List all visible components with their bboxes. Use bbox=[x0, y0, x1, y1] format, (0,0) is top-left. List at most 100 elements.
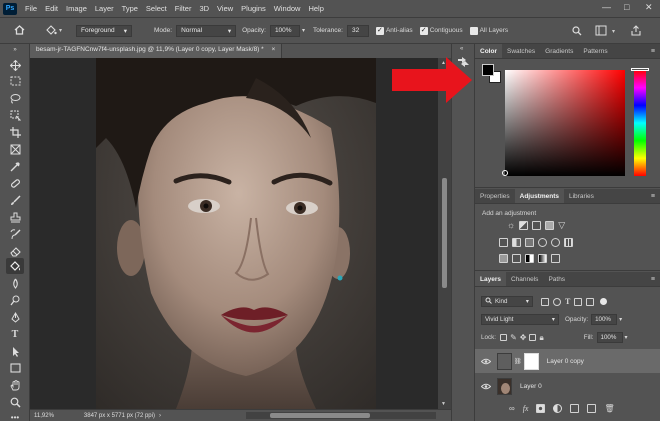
tab-color[interactable]: Color bbox=[475, 44, 502, 58]
tab-swatches[interactable]: Swatches bbox=[502, 44, 540, 58]
type-tool-icon[interactable]: T bbox=[8, 327, 22, 341]
new-layer-icon[interactable] bbox=[587, 404, 597, 413]
scroll-down-icon[interactable]: ▼ bbox=[441, 401, 446, 407]
menu-layer[interactable]: Layer bbox=[91, 4, 118, 13]
tolerance-input[interactable]: 32 bbox=[346, 24, 369, 37]
layer-name[interactable]: Layer 0 copy bbox=[547, 358, 584, 365]
chevron-right-icon[interactable]: › bbox=[159, 413, 161, 419]
tab-properties[interactable]: Properties bbox=[475, 189, 515, 203]
eye-icon[interactable] bbox=[475, 383, 497, 390]
layer-opacity-input[interactable]: 100% bbox=[591, 314, 618, 325]
menu-edit[interactable]: Edit bbox=[41, 4, 62, 13]
brush-tool-icon[interactable] bbox=[8, 193, 22, 207]
layer-thumbnail[interactable] bbox=[497, 352, 512, 370]
panel-menu-icon[interactable]: ≡ bbox=[651, 272, 660, 286]
lock-artboard-icon[interactable] bbox=[529, 334, 537, 341]
menu-type[interactable]: Type bbox=[118, 4, 142, 13]
link-layers-icon[interactable]: ∞ bbox=[509, 404, 515, 413]
workspace-icon[interactable] bbox=[595, 25, 607, 38]
layer-filter-select[interactable]: Kind ▾ bbox=[481, 296, 533, 307]
hue-slider-handle[interactable] bbox=[631, 68, 649, 71]
tab-paths[interactable]: Paths bbox=[543, 272, 570, 286]
dodge-tool-icon[interactable] bbox=[8, 293, 22, 307]
threshold-icon[interactable] bbox=[525, 254, 534, 263]
mode-select[interactable]: Normal ▾ bbox=[176, 24, 237, 37]
add-mask-icon[interactable] bbox=[536, 404, 546, 413]
close-window-button[interactable]: ✕ bbox=[645, 2, 653, 13]
chevron-down-icon[interactable]: ▾ bbox=[302, 27, 305, 34]
document-dimensions[interactable]: 3847 px x 5771 px (72 ppi) bbox=[84, 413, 155, 419]
maximize-button[interactable]: □ bbox=[624, 2, 629, 12]
tab-patterns[interactable]: Patterns bbox=[578, 44, 612, 58]
menu-window[interactable]: Window bbox=[270, 4, 305, 13]
home-icon[interactable] bbox=[14, 24, 25, 37]
color-picker-cursor[interactable] bbox=[502, 170, 508, 176]
crop-tool-icon[interactable] bbox=[8, 125, 22, 139]
color-balance-icon[interactable] bbox=[512, 238, 521, 247]
link-icon[interactable]: ⛓︎ bbox=[514, 358, 522, 365]
chevron-down-icon[interactable]: ▾ bbox=[625, 334, 628, 341]
new-adjustment-layer-icon[interactable] bbox=[553, 404, 563, 413]
eyedropper-tool-icon[interactable] bbox=[8, 159, 22, 173]
color-lookup-icon[interactable] bbox=[564, 238, 573, 247]
collapse-toolbar-icon[interactable]: » bbox=[8, 46, 22, 54]
zoom-tool-icon[interactable] bbox=[8, 395, 22, 409]
clone-stamp-tool-icon[interactable] bbox=[8, 210, 22, 224]
chevron-down-icon[interactable]: ▾ bbox=[619, 316, 622, 323]
frame-tool-icon[interactable] bbox=[8, 142, 22, 156]
paint-bucket-tool-icon[interactable] bbox=[6, 258, 24, 274]
panel-menu-icon[interactable]: ≡ bbox=[651, 44, 660, 58]
photo-filter-icon[interactable] bbox=[538, 238, 547, 247]
horizontal-scroll-thumb[interactable] bbox=[270, 413, 370, 418]
black-white-icon[interactable] bbox=[525, 238, 534, 247]
contiguous-checkbox[interactable]: ✓ bbox=[419, 26, 428, 35]
layer-name[interactable]: Layer 0 bbox=[520, 383, 542, 390]
lock-all-icon[interactable]: 🔒︎ bbox=[539, 333, 543, 343]
layer-thumbnail[interactable] bbox=[497, 377, 512, 395]
new-group-icon[interactable] bbox=[570, 404, 580, 413]
vibrance-icon[interactable]: ▽ bbox=[558, 221, 565, 230]
eye-icon[interactable] bbox=[475, 358, 497, 365]
tab-libraries[interactable]: Libraries bbox=[564, 189, 599, 203]
document-image[interactable] bbox=[96, 58, 376, 409]
filter-adjustment-icon[interactable] bbox=[553, 297, 561, 306]
opacity-input[interactable]: 100% bbox=[269, 24, 300, 37]
levels-icon[interactable] bbox=[519, 221, 529, 230]
layer-mask-thumbnail[interactable] bbox=[523, 352, 539, 370]
delete-layer-icon[interactable]: 🗑︎ bbox=[604, 404, 614, 413]
object-selection-tool-icon[interactable] bbox=[8, 108, 22, 122]
layer-row-copy[interactable]: ⛓︎ Layer 0 copy bbox=[475, 349, 660, 373]
canvas-area[interactable]: ▲ ▼ bbox=[30, 58, 451, 409]
tab-channels[interactable]: Channels bbox=[506, 272, 543, 286]
minimize-button[interactable]: — bbox=[602, 2, 611, 12]
layer-style-icon[interactable]: fx bbox=[523, 404, 529, 413]
menu-plugins[interactable]: Plugins bbox=[237, 4, 270, 13]
menu-image[interactable]: Image bbox=[62, 4, 91, 13]
invert-icon[interactable] bbox=[499, 254, 508, 263]
document-tab[interactable]: besam-jr-TAGFNCnw7f4-unsplash.jpg @ 11,9… bbox=[30, 44, 283, 58]
hue-saturation-icon[interactable] bbox=[499, 238, 508, 247]
paint-bucket-preset-icon[interactable]: ▾ bbox=[45, 25, 62, 36]
share-icon[interactable] bbox=[630, 25, 642, 38]
edit-toolbar-icon[interactable]: ••• bbox=[8, 410, 22, 421]
menu-select[interactable]: Select bbox=[142, 4, 171, 13]
brightness-contrast-icon[interactable]: ☼ bbox=[507, 221, 515, 230]
close-document-button[interactable]: × bbox=[272, 46, 276, 53]
tab-gradients[interactable]: Gradients bbox=[540, 44, 578, 58]
exposure-icon[interactable] bbox=[545, 221, 555, 230]
blend-mode-select[interactable]: Vivid Light ▾ bbox=[481, 314, 559, 325]
rectangle-tool-icon[interactable] bbox=[8, 361, 22, 375]
menu-help[interactable]: Help bbox=[304, 4, 327, 13]
layer-row-original[interactable]: Layer 0 bbox=[475, 374, 660, 398]
hand-tool-icon[interactable] bbox=[8, 378, 22, 392]
path-selection-tool-icon[interactable] bbox=[8, 344, 22, 358]
channel-mixer-icon[interactable] bbox=[551, 238, 560, 247]
menu-file[interactable]: File bbox=[21, 4, 41, 13]
lasso-tool-icon[interactable] bbox=[8, 91, 22, 105]
chevron-down-icon[interactable]: ▾ bbox=[612, 28, 615, 35]
marquee-tool-icon[interactable] bbox=[8, 74, 22, 88]
fill-input[interactable]: 100% bbox=[596, 332, 623, 343]
hue-slider[interactable] bbox=[631, 68, 649, 176]
eraser-tool-icon[interactable] bbox=[8, 244, 22, 258]
tab-layers[interactable]: Layers bbox=[475, 272, 506, 286]
